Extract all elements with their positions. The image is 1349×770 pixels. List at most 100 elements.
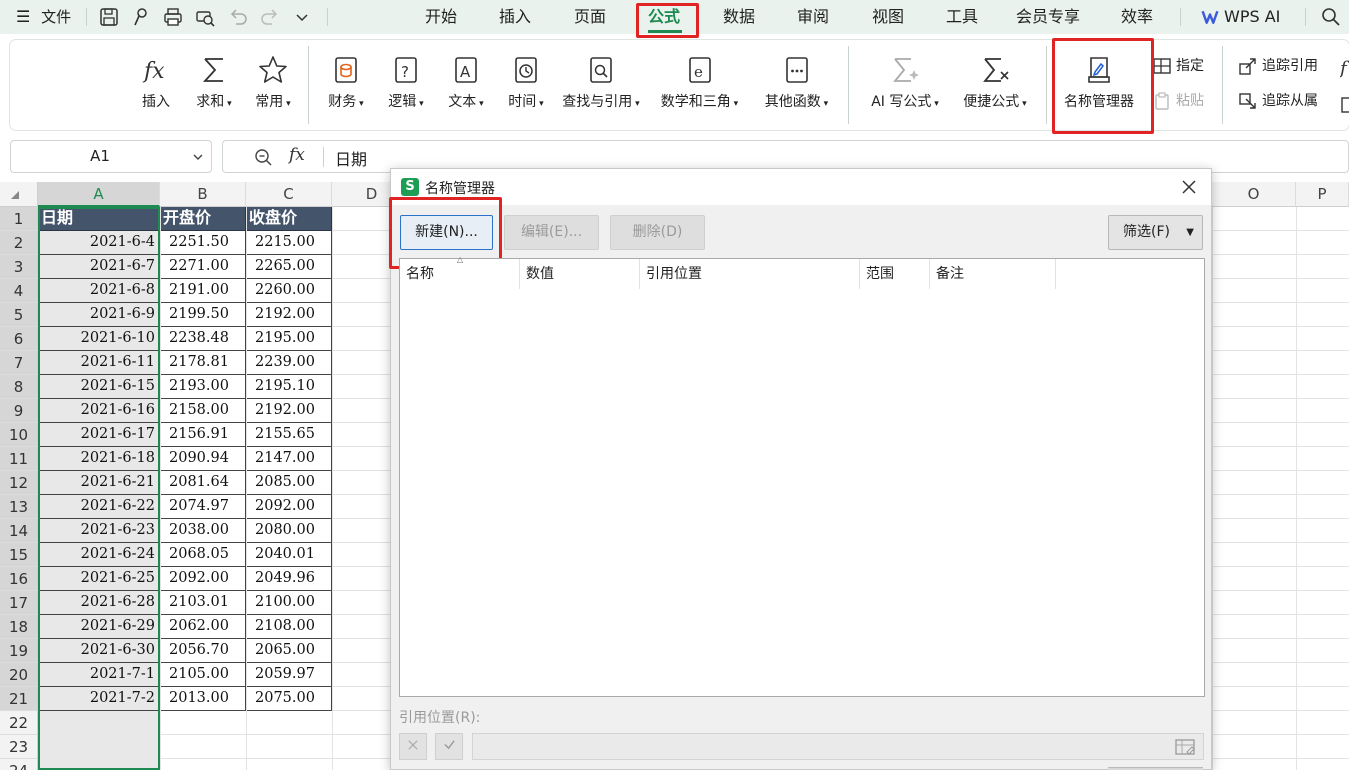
table-header-cell[interactable]: 开盘价: [160, 207, 246, 231]
zoom-search-icon[interactable]: [253, 147, 273, 167]
table-cell-close[interactable]: 2215.00: [246, 231, 332, 255]
table-cell-open[interactable]: 2103.01: [160, 591, 246, 615]
tab-page[interactable]: 页面: [574, 0, 606, 34]
table-cell-open[interactable]: 2199.50: [160, 303, 246, 327]
table-cell-open[interactable]: 2191.00: [160, 279, 246, 303]
quick-formula-button[interactable]: 便捷公式 ▾: [952, 50, 1038, 125]
row-header[interactable]: 21: [0, 687, 38, 711]
tab-formulas[interactable]: 公式: [648, 0, 680, 34]
row-header[interactable]: 8: [0, 375, 38, 399]
row-header[interactable]: 18: [0, 615, 38, 639]
ai-formula-button[interactable]: AI 写公式 ▾: [862, 50, 948, 125]
undo-icon[interactable]: [227, 6, 249, 28]
tab-view[interactable]: 视图: [872, 0, 904, 34]
table-cell-open[interactable]: 2090.94: [160, 447, 246, 471]
confirm-edit-button[interactable]: [435, 733, 463, 760]
list-header-scope[interactable]: 范围: [860, 259, 930, 289]
save-icon[interactable]: [98, 6, 120, 28]
table-cell-date[interactable]: 2021-6-29: [38, 615, 160, 639]
table-header-cell[interactable]: 日期: [38, 207, 160, 231]
math-button[interactable]: e 数学和三角 ▾: [652, 50, 747, 125]
table-cell-open[interactable]: 2068.05: [160, 543, 246, 567]
table-cell-close[interactable]: 2195.00: [246, 327, 332, 351]
names-list[interactable]: 名称 数值 引用位置 范围 备注 △: [399, 255, 1205, 697]
row-header[interactable]: 4: [0, 279, 38, 303]
row-header[interactable]: 11: [0, 447, 38, 471]
table-cell-open[interactable]: 2081.64: [160, 471, 246, 495]
row-header[interactable]: 13: [0, 495, 38, 519]
row-header[interactable]: 15: [0, 543, 38, 567]
insert-function-button[interactable]: fx 插入: [128, 50, 184, 125]
finance-button[interactable]: 财务 ▾: [316, 50, 376, 125]
row-header[interactable]: 22: [0, 711, 38, 735]
filter-button[interactable]: 筛选(F) ▼: [1108, 215, 1203, 250]
tab-review[interactable]: 审阅: [797, 0, 829, 34]
table-cell-date[interactable]: 2021-6-15: [38, 375, 160, 399]
table-cell-close[interactable]: 2239.00: [246, 351, 332, 375]
file-menu[interactable]: ☰ 文件: [16, 0, 71, 34]
row-header[interactable]: 23: [0, 735, 38, 759]
table-cell-open[interactable]: 2074.97: [160, 495, 246, 519]
tab-insert[interactable]: 插入: [499, 0, 531, 34]
table-cell-open[interactable]: 2158.00: [160, 399, 246, 423]
trace-precedents-button[interactable]: 追踪引用: [1238, 54, 1338, 78]
table-cell-close[interactable]: 2059.97: [246, 663, 332, 687]
column-header-b[interactable]: B: [160, 182, 246, 207]
sum-button[interactable]: 求和 ▾: [184, 50, 244, 125]
row-header[interactable]: 20: [0, 663, 38, 687]
list-header-comment[interactable]: 备注: [930, 259, 1056, 289]
row-header[interactable]: 19: [0, 639, 38, 663]
table-cell-date[interactable]: 2021-6-10: [38, 327, 160, 351]
table-cell-open[interactable]: 2178.81: [160, 351, 246, 375]
name-box[interactable]: A1: [10, 140, 212, 173]
new-name-button[interactable]: 新建(N)...: [400, 215, 493, 250]
assign-name-button[interactable]: 指定: [1152, 54, 1228, 78]
table-cell-close[interactable]: 2260.00: [246, 279, 332, 303]
tab-data[interactable]: 数据: [723, 0, 755, 34]
column-header-p[interactable]: P: [1296, 182, 1349, 207]
table-cell-open[interactable]: 2271.00: [160, 255, 246, 279]
column-header-o[interactable]: O: [1212, 182, 1296, 207]
format-painter-icon[interactable]: [130, 6, 152, 28]
table-cell-close[interactable]: 2075.00: [246, 687, 332, 711]
table-cell-open[interactable]: 2105.00: [160, 663, 246, 687]
row-header[interactable]: 10: [0, 423, 38, 447]
table-cell-open[interactable]: 2193.00: [160, 375, 246, 399]
table-cell-date[interactable]: 2021-6-23: [38, 519, 160, 543]
row-header[interactable]: 24: [0, 759, 38, 770]
select-all-corner[interactable]: [0, 182, 38, 207]
text-functions-button[interactable]: A 文本 ▾: [436, 50, 496, 125]
table-cell-open[interactable]: 2092.00: [160, 567, 246, 591]
table-cell-close[interactable]: 2085.00: [246, 471, 332, 495]
table-cell-close[interactable]: 2100.00: [246, 591, 332, 615]
wps-ai-button[interactable]: WPS AI: [1200, 0, 1280, 34]
table-cell-close[interactable]: 2155.65: [246, 423, 332, 447]
row-header[interactable]: 1: [0, 207, 38, 231]
tab-efficiency[interactable]: 效率: [1121, 0, 1153, 34]
print-preview-icon[interactable]: [194, 6, 216, 28]
chevron-down-icon[interactable]: [291, 6, 313, 28]
tab-member[interactable]: 会员专享: [1016, 0, 1080, 34]
table-cell-close[interactable]: 2080.00: [246, 519, 332, 543]
table-cell-open[interactable]: 2056.70: [160, 639, 246, 663]
table-cell-open[interactable]: 2238.48: [160, 327, 246, 351]
empty-cell[interactable]: [38, 735, 160, 759]
table-cell-date[interactable]: 2021-7-1: [38, 663, 160, 687]
table-cell-date[interactable]: 2021-6-22: [38, 495, 160, 519]
table-cell-date[interactable]: 2021-6-28: [38, 591, 160, 615]
logic-button[interactable]: ? 逻辑 ▾: [376, 50, 436, 125]
edit-name-button[interactable]: 编辑(E)...: [504, 215, 599, 250]
table-cell-date[interactable]: 2021-6-17: [38, 423, 160, 447]
table-cell-date[interactable]: 2021-6-4: [38, 231, 160, 255]
row-header[interactable]: 7: [0, 351, 38, 375]
close-icon[interactable]: [1181, 179, 1197, 195]
redo-icon[interactable]: [259, 6, 281, 28]
table-header-cell[interactable]: 收盘价: [246, 207, 332, 231]
row-header[interactable]: 6: [0, 327, 38, 351]
trace-dependents-button[interactable]: 追踪从属: [1238, 89, 1338, 113]
column-header-a[interactable]: A: [38, 182, 160, 207]
column-header-c[interactable]: C: [246, 182, 332, 207]
table-cell-date[interactable]: 2021-6-30: [38, 639, 160, 663]
table-cell-close[interactable]: 2065.00: [246, 639, 332, 663]
row-header[interactable]: 16: [0, 567, 38, 591]
